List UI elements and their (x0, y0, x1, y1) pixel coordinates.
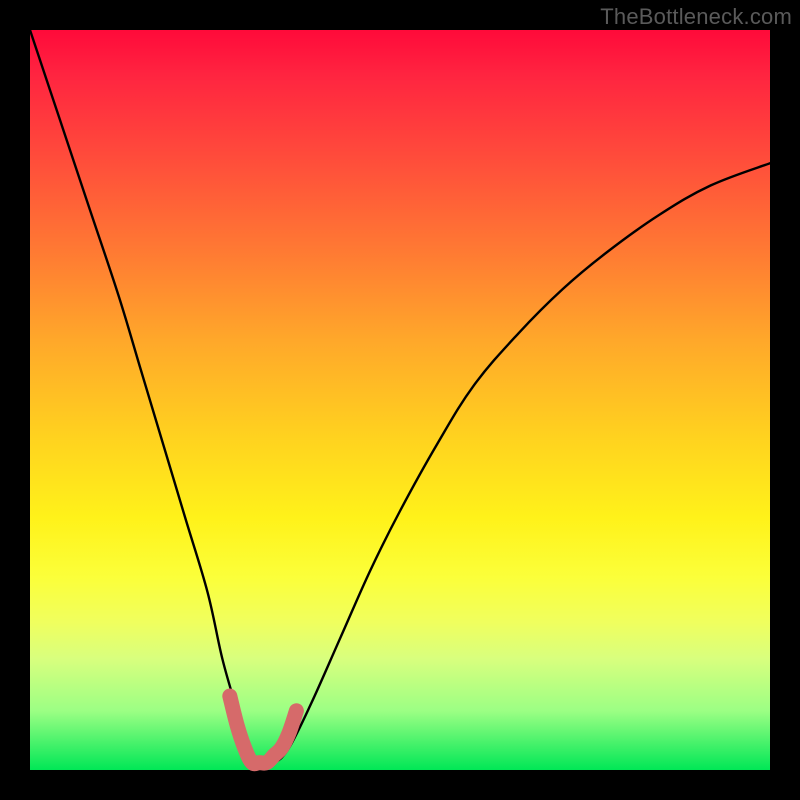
watermark-text: TheBottleneck.com (600, 4, 792, 30)
plot-area (30, 30, 770, 770)
bottleneck-curve (30, 30, 770, 765)
chart-svg (30, 30, 770, 770)
trough-highlight (230, 696, 297, 764)
chart-frame: TheBottleneck.com (0, 0, 800, 800)
